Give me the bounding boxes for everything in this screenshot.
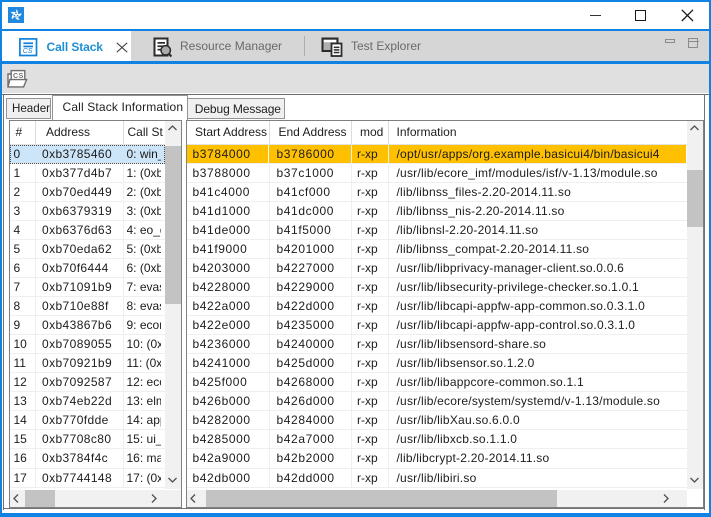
- svg-text:CS: CS: [22, 48, 32, 55]
